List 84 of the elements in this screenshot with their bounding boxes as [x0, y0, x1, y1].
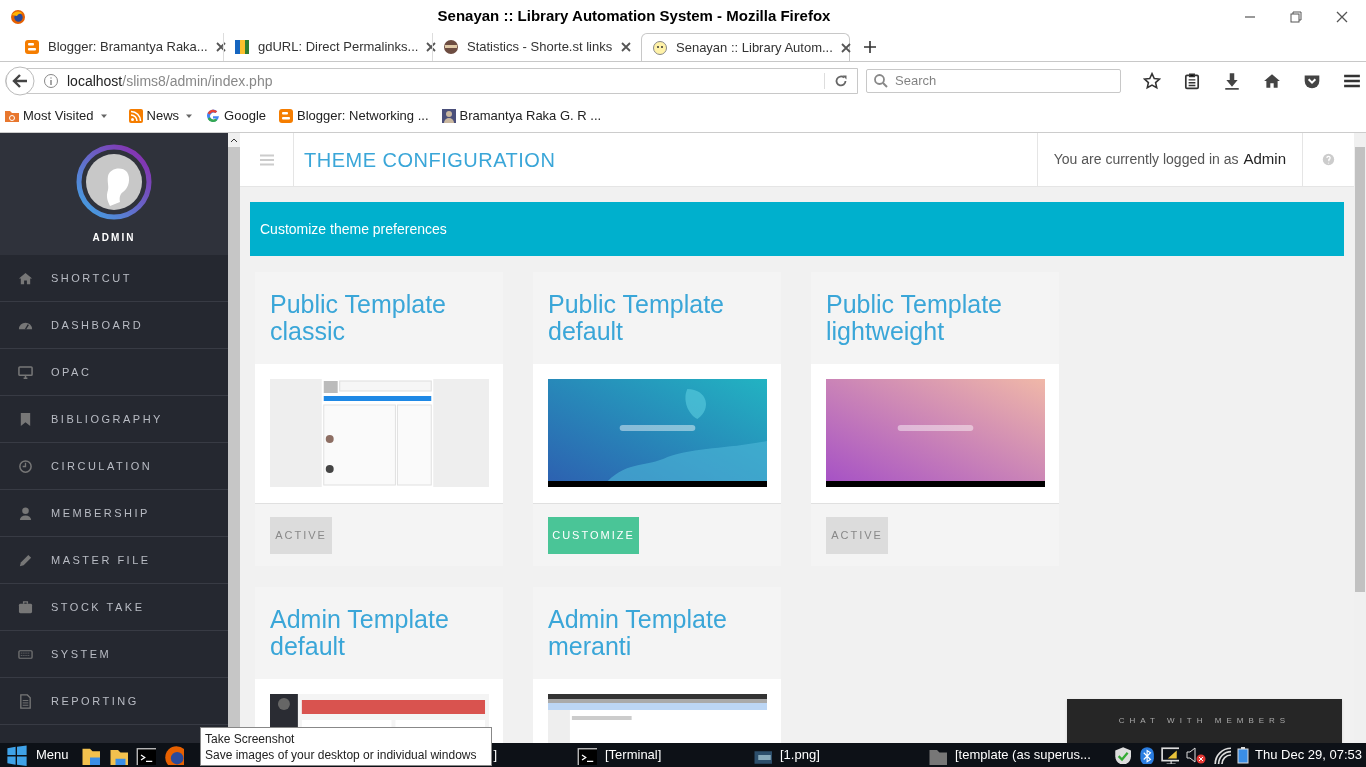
scroll-up-icon[interactable] — [230, 136, 238, 144]
terminal-icon[interactable] — [136, 745, 156, 765]
document-icon — [18, 693, 33, 709]
search-input[interactable]: Search — [895, 71, 1114, 91]
start-menu-button[interactable]: Menu — [0, 744, 76, 766]
window-title: Senayan :: Library Automation System - Mozilla Firefox — [436, 6, 832, 27]
bookmark[interactable]: Google — [205, 106, 266, 126]
close-icon[interactable] — [840, 42, 851, 53]
back-icon[interactable] — [5, 66, 35, 96]
restore-icon[interactable] — [1288, 8, 1304, 25]
card-title: Admin Template — [270, 606, 450, 633]
clock-icon — [18, 458, 33, 474]
tab-title: gdURL: Direct Permalinks... — [258, 38, 419, 57]
card-subtitle: lightweight — [826, 318, 945, 345]
info-banner: Customize theme preferences — [250, 202, 1344, 256]
smiley-icon — [652, 39, 668, 56]
pocket-icon[interactable] — [1303, 72, 1321, 90]
terminal-icon — [577, 745, 597, 765]
menu-icon[interactable] — [1343, 72, 1361, 90]
wifi-icon[interactable] — [1213, 746, 1232, 764]
pencil-icon — [18, 552, 33, 568]
user-link[interactable]: Admin — [1243, 148, 1286, 171]
bookmark[interactable]: News — [127, 106, 194, 126]
browser-tab[interactable]: Statistics - Shorte.st links — [432, 33, 641, 61]
browser-tab[interactable]: Blogger: Bramantya Raka... — [14, 33, 223, 61]
rss-icon — [127, 108, 144, 124]
battery-icon[interactable] — [1237, 746, 1250, 764]
search-icon — [873, 73, 890, 89]
search-field[interactable]: Search — [866, 69, 1121, 93]
bookmark[interactable]: Most Visited — [4, 106, 108, 126]
info-icon — [43, 73, 59, 89]
close-icon[interactable] — [621, 42, 631, 52]
blogger-icon — [24, 39, 40, 55]
taskbar-window[interactable]: [1.png] — [732, 745, 907, 765]
bluetooth-icon[interactable] — [1137, 746, 1156, 764]
card-subtitle: default — [270, 633, 347, 660]
url-text: localhost/slims8/admin/index.php — [67, 71, 274, 91]
chat-bar[interactable]: CHAT WITH MEMBERS — [1067, 699, 1342, 743]
star-icon[interactable] — [1143, 72, 1161, 90]
taskbar-window[interactable]: [template (as superus... — [907, 745, 1097, 765]
page-title: THEME CONFIGURATION — [303, 147, 557, 173]
taskbar-window[interactable]: [Terminal] — [557, 745, 732, 765]
bookmark-icon — [18, 411, 33, 427]
user-icon — [18, 505, 33, 521]
monitor-icon — [18, 364, 33, 380]
avatar-icon — [76, 143, 152, 220]
card-title: Public Template — [270, 291, 448, 318]
download-icon[interactable] — [1223, 72, 1241, 90]
home-icon[interactable] — [1263, 72, 1281, 90]
card-title: Public Template — [548, 291, 726, 318]
google-icon — [205, 108, 222, 124]
monitor-icon[interactable] — [1161, 746, 1180, 764]
striped-square-icon — [234, 39, 250, 55]
clipboard-icon[interactable] — [1183, 72, 1201, 90]
tooltip-title: Take Screenshot — [205, 730, 296, 747]
address-bar[interactable]: localhost/slims8/admin/index.php — [5, 68, 859, 94]
close-icon[interactable] — [426, 42, 437, 52]
login-text: You are currently logged in as — [1053, 150, 1239, 169]
card-title: Public Template — [826, 291, 1004, 318]
browser-tab[interactable]: Senayan :: Library Autom... — [641, 33, 850, 61]
home-icon — [18, 270, 33, 286]
tab-title: Senayan :: Library Autom... — [676, 38, 833, 57]
blogger-icon — [278, 108, 294, 124]
tab-title: Blogger: Bramantya Raka... — [48, 38, 208, 57]
user-name: ADMIN — [92, 230, 136, 245]
card-subtitle: default — [548, 318, 624, 345]
browser-tab[interactable]: gdURL: Direct Permalinks... — [223, 33, 432, 61]
masked-face-icon — [443, 39, 459, 55]
close-icon[interactable] — [215, 42, 226, 52]
folder-icon — [4, 108, 20, 124]
tab-title: Statistics - Shorte.st links — [467, 38, 613, 57]
bookmark[interactable]: Blogger: Networking ... — [278, 106, 429, 126]
muted-speaker-icon[interactable] — [1185, 746, 1208, 764]
card-title: Admin Template — [548, 606, 728, 633]
briefcase-icon — [18, 599, 33, 615]
bookmark[interactable]: Bramantya Raka G. R ... — [440, 106, 602, 126]
windows-icon — [6, 744, 28, 766]
shield-icon[interactable] — [1113, 746, 1132, 764]
tooltip-text: Save images of your desktop or individual windows — [205, 746, 478, 763]
plus-icon[interactable] — [862, 39, 878, 55]
card-subtitle: classic — [270, 318, 345, 345]
card-subtitle: meranti — [548, 633, 632, 660]
person-icon — [440, 108, 457, 124]
clock[interactable]: Thu Dec 29, 07:53 — [1255, 745, 1362, 765]
